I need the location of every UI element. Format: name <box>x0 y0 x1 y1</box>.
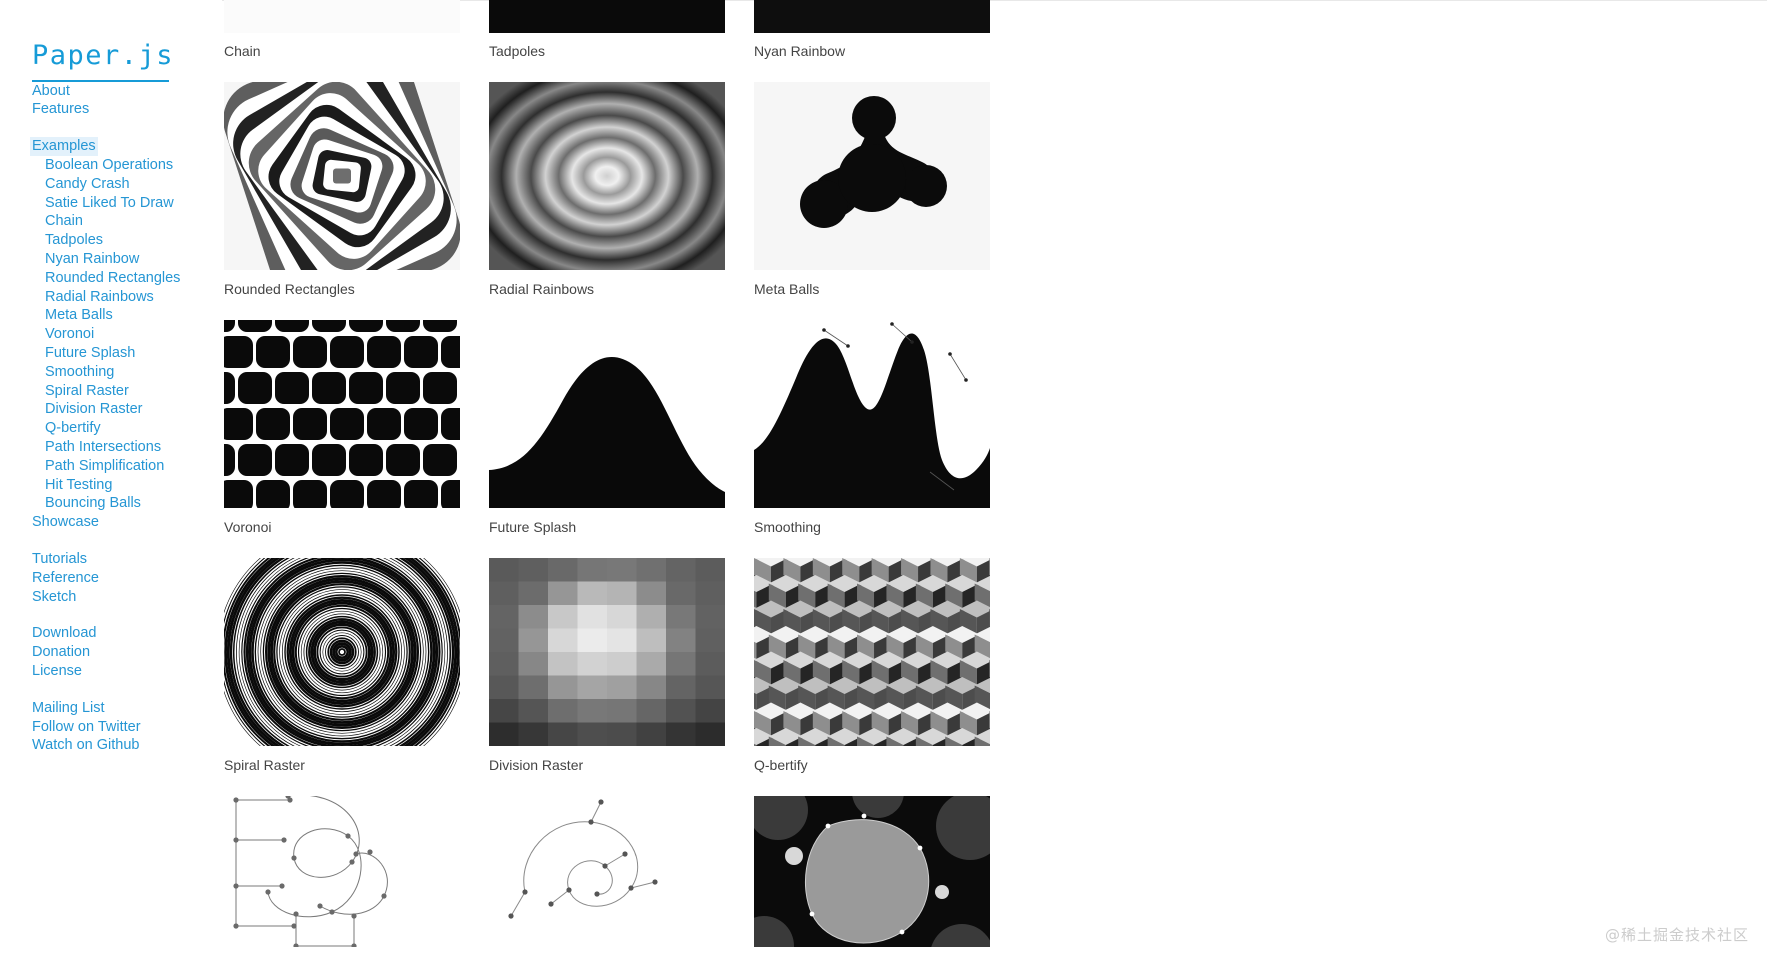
example-card: Division Raster <box>489 558 725 796</box>
example-thumbnail-meta-balls[interactable] <box>754 82 990 270</box>
sidebar-item-path-intersections[interactable]: Path Intersections <box>32 438 222 457</box>
example-caption[interactable]: Spiral Raster <box>224 746 460 796</box>
example-caption[interactable]: Future Splash <box>489 508 725 558</box>
sidebar-group-1: Examples Boolean Operations Candy Crash Sat… <box>30 137 222 532</box>
sidebar-nav: About Features Examples Boolean Operations C… <box>30 82 222 756</box>
sidebar-item-candy-crash[interactable]: Candy Crash <box>32 175 222 194</box>
sidebar-item-license[interactable]: License <box>32 662 222 681</box>
sidebar-item-hit-testing[interactable]: Hit Testing <box>32 476 222 495</box>
example-card: Meta Balls <box>754 82 990 320</box>
sidebar-item-satie-liked-to-draw[interactable]: Satie Liked To Draw <box>32 194 222 213</box>
sidebar-item-radial-rainbows[interactable]: Radial Rainbows <box>32 288 222 307</box>
example-thumbnail-voronoi[interactable] <box>224 320 460 508</box>
sidebar-group-4: Mailing List Follow on Twitter Watch on Gi… <box>32 699 222 755</box>
example-thumbnail-smoothing[interactable] <box>754 320 990 508</box>
example-thumbnail-chain[interactable] <box>224 0 460 33</box>
sidebar-item-download[interactable]: Download <box>32 624 222 643</box>
example-card: Radial Rainbows <box>489 82 725 320</box>
sidebar-item-sketch[interactable]: Sketch <box>32 588 222 607</box>
examples-main: Chain Tadpoles Nyan Rainbow Rounded Rectang… <box>222 0 1767 966</box>
sidebar-group-2: Tutorials Reference Sketch <box>32 550 222 606</box>
example-caption[interactable]: Meta Balls <box>754 270 990 320</box>
example-card <box>754 796 990 947</box>
sidebar: Paper.js About Features Examples Boolean Op… <box>0 0 222 966</box>
sidebar-item-nyan-rainbow[interactable]: Nyan Rainbow <box>32 250 222 269</box>
example-thumbnail-tadpoles[interactable] <box>489 0 725 33</box>
example-card: Rounded Rectangles <box>224 82 460 320</box>
example-thumbnail-radial-rainbows[interactable] <box>489 82 725 270</box>
sidebar-item-division-raster[interactable]: Division Raster <box>32 400 222 419</box>
sidebar-item-meta-balls[interactable]: Meta Balls <box>32 306 222 325</box>
sidebar-item-showcase[interactable]: Showcase <box>32 513 222 532</box>
example-card: Future Splash <box>489 320 725 558</box>
sidebar-item-features[interactable]: Features <box>32 100 222 119</box>
sidebar-item-spiral-raster[interactable]: Spiral Raster <box>32 382 222 401</box>
example-thumbnail-future-splash[interactable] <box>489 320 725 508</box>
sidebar-group-0: About Features <box>32 82 222 120</box>
example-caption[interactable]: Tadpoles <box>489 33 725 82</box>
example-caption[interactable]: Radial Rainbows <box>489 270 725 320</box>
example-card <box>224 796 460 947</box>
sidebar-item-mailing-list[interactable]: Mailing List <box>32 699 222 718</box>
example-caption[interactable]: Rounded Rectangles <box>224 270 460 320</box>
sidebar-item-tutorials[interactable]: Tutorials <box>32 550 222 569</box>
example-caption[interactable]: Voronoi <box>224 508 460 558</box>
example-thumbnail-spiral-raster[interactable] <box>224 558 460 746</box>
page-root: Paper.js About Features Examples Boolean Op… <box>0 0 1767 966</box>
example-card: Nyan Rainbow <box>754 0 990 82</box>
sidebar-item-smoothing[interactable]: Smoothing <box>32 363 222 382</box>
sidebar-item-follow-on-twitter[interactable]: Follow on Twitter <box>32 718 222 737</box>
sidebar-item-donation[interactable]: Donation <box>32 643 222 662</box>
sidebar-group-3: Download Donation License <box>32 624 222 680</box>
sidebar-item-reference[interactable]: Reference <box>32 569 222 588</box>
example-caption[interactable]: Chain <box>224 33 460 82</box>
example-card: Chain <box>224 0 460 82</box>
sidebar-item-about[interactable]: About <box>32 82 222 101</box>
sidebar-item-q-bertify[interactable]: Q-bertify <box>32 419 222 438</box>
sidebar-item-chain[interactable]: Chain <box>32 212 222 231</box>
sidebar-item-future-splash[interactable]: Future Splash <box>32 344 222 363</box>
example-card <box>489 796 725 947</box>
example-card: Q-bertify <box>754 558 990 796</box>
example-caption[interactable]: Division Raster <box>489 746 725 796</box>
example-card: Spiral Raster <box>224 558 460 796</box>
sidebar-item-path-simplification[interactable]: Path Simplification <box>32 457 222 476</box>
example-caption[interactable]: Smoothing <box>754 508 990 558</box>
example-thumbnail-qbertify[interactable] <box>754 558 990 746</box>
example-card: Voronoi <box>224 320 460 558</box>
example-thumbnail-rounded-rectangles[interactable] <box>224 82 460 270</box>
sidebar-item-boolean-operations[interactable]: Boolean Operations <box>32 156 222 175</box>
example-thumbnail-path-simplification[interactable] <box>489 796 725 947</box>
examples-grid: Chain Tadpoles Nyan Rainbow Rounded Rectang… <box>222 0 1767 947</box>
sidebar-item-examples[interactable]: Examples <box>30 137 98 157</box>
example-thumbnail-division-raster[interactable] <box>489 558 725 746</box>
example-thumbnail-hit-testing[interactable] <box>754 796 990 947</box>
sidebar-item-voronoi[interactable]: Voronoi <box>32 325 222 344</box>
watermark: @稀土掘金技术社区 <box>1604 926 1749 944</box>
example-thumbnail-nyan[interactable] <box>754 0 990 33</box>
example-card: Tadpoles <box>489 0 725 82</box>
example-card: Smoothing <box>754 320 990 558</box>
site-logo[interactable]: Paper.js <box>32 28 222 71</box>
sidebar-item-rounded-rectangles[interactable]: Rounded Rectangles <box>32 269 222 288</box>
sidebar-item-bouncing-balls[interactable]: Bouncing Balls <box>32 494 222 513</box>
example-caption[interactable]: Nyan Rainbow <box>754 33 990 82</box>
example-caption[interactable]: Q-bertify <box>754 746 990 796</box>
sidebar-item-tadpoles[interactable]: Tadpoles <box>32 231 222 250</box>
sidebar-item-watch-on-github[interactable]: Watch on Github <box>32 736 222 755</box>
example-thumbnail-path-intersections[interactable] <box>224 796 460 947</box>
